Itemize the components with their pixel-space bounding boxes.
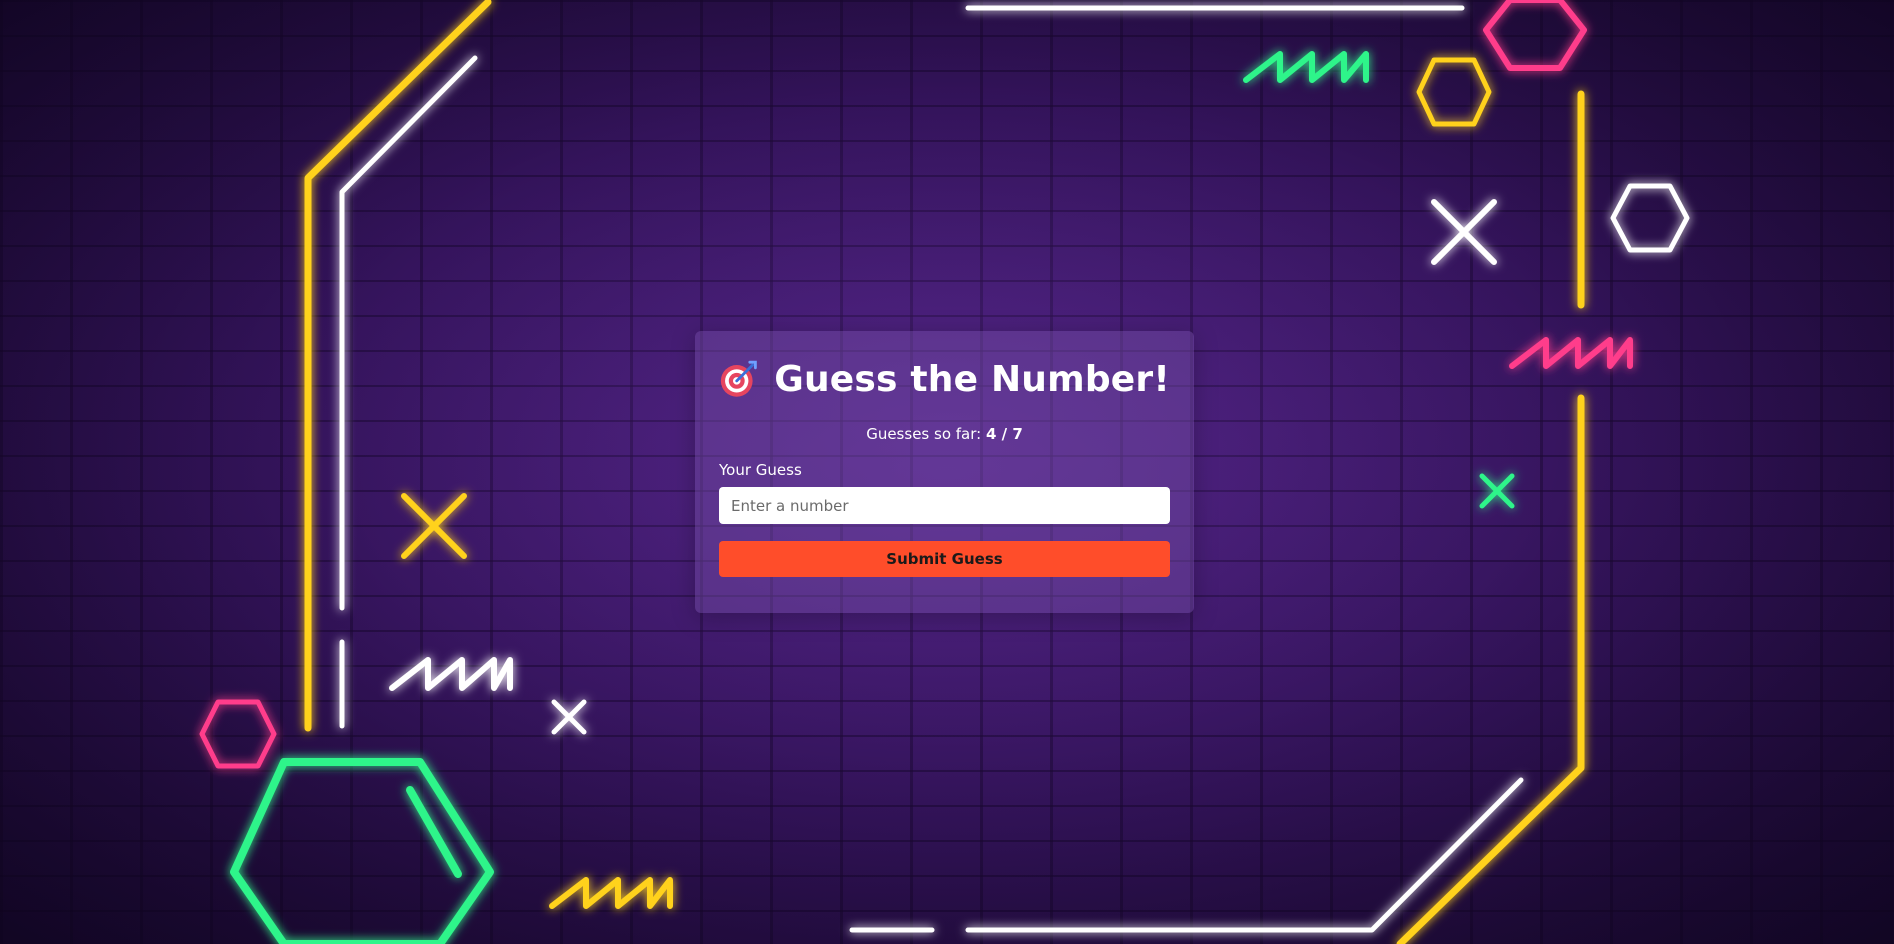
guess-counter-value: 4 / 7 xyxy=(985,425,1023,443)
zigzag-pink-right xyxy=(1509,337,1633,369)
neon-frame-right-yellow-bottom xyxy=(1396,394,1585,944)
direct-hit-target-icon xyxy=(720,360,757,397)
page-title: Guess the Number! xyxy=(774,358,1170,400)
x-cross-white-large xyxy=(1431,199,1497,265)
hexagon-yellow-small xyxy=(1416,57,1492,127)
game-screen: Guess the Number! Guesses so far: 4 / 7 … xyxy=(0,0,1894,944)
neon-frame-left-yellow xyxy=(304,0,492,732)
hexagon-green-inner xyxy=(406,786,462,878)
guess-counter: Guesses so far: 4 / 7 xyxy=(719,425,1170,443)
x-cross-green-right xyxy=(1479,473,1515,509)
x-cross-yellow-left xyxy=(401,493,467,559)
guess-game-card: Guess the Number! Guesses so far: 4 / 7 … xyxy=(695,331,1194,613)
guess-input[interactable] xyxy=(719,487,1170,524)
x-cross-white-small xyxy=(551,699,587,735)
submit-guess-button[interactable]: Submit Guess xyxy=(719,541,1170,577)
zigzag-green-top xyxy=(1243,51,1369,83)
hexagon-pink-top xyxy=(1483,0,1587,71)
zigzag-white-left xyxy=(389,657,513,691)
title-row: Guess the Number! xyxy=(719,353,1170,405)
zigzag-yellow-bottom xyxy=(549,877,673,909)
neon-frame-left-white xyxy=(339,55,478,611)
hexagon-pink-left xyxy=(199,699,277,769)
hexagon-green-large xyxy=(230,758,494,944)
guess-counter-label: Guesses so far: xyxy=(866,425,982,443)
guess-input-label: Your Guess xyxy=(719,461,802,479)
hexagon-white-right xyxy=(1610,183,1690,253)
